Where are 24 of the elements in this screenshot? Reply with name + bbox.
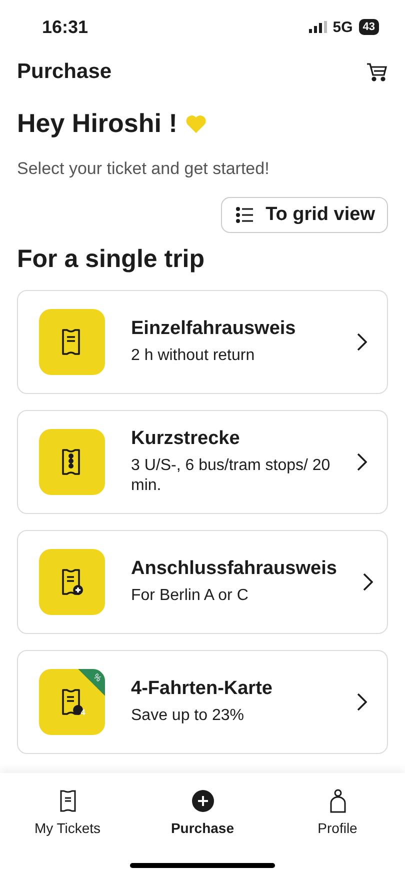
ticket-card[interactable]: Kurzstrecke 3 U/S-, 6 bus/tram stops/ 20 min. xyxy=(17,410,388,514)
clock: 16:31 xyxy=(42,16,88,38)
subtitle: Select your ticket and get started! xyxy=(17,159,270,179)
ticket-title: Einzelfahrausweis xyxy=(131,318,297,340)
section-title: For a single trip xyxy=(17,245,206,274)
ticket-description: 2 h without return xyxy=(131,346,256,366)
ticket-description: 3 U/S-, 6 bus/tram stops/ 20 min. xyxy=(131,456,331,496)
ticket-card[interactable]: Einzelfahrausweis 2 h without return xyxy=(17,290,388,394)
network-label: 5G xyxy=(332,18,353,36)
tab-bar-item[interactable]: My Tickets xyxy=(12,789,122,837)
greeting: Hey Hiroshi ! xyxy=(17,108,178,139)
ticket-card[interactable]: Anschlussfahrausweis For Berlin A or C xyxy=(17,530,388,634)
page-title: Purchase xyxy=(17,60,112,84)
battery-level: 43 xyxy=(358,19,379,35)
ticket-title: Anschlussfahrausweis xyxy=(131,558,337,580)
grid-view-button[interactable]: To grid view xyxy=(220,197,388,233)
ticket-count: 4 xyxy=(80,708,86,718)
ticket-description: Save up to 23% xyxy=(131,706,245,726)
ticket-card[interactable]: 4 % 4-Fahrten-Karte Save up to 23% xyxy=(17,650,388,754)
ticket-description: For Berlin A or C xyxy=(131,586,250,606)
tab-bar-item[interactable]: Purchase xyxy=(148,789,258,837)
tab-bar-item[interactable]: Profile xyxy=(282,789,392,837)
ticket-title: Kurzstrecke xyxy=(131,428,241,450)
ticket-title: 4-Fahrten-Karte xyxy=(131,678,274,700)
